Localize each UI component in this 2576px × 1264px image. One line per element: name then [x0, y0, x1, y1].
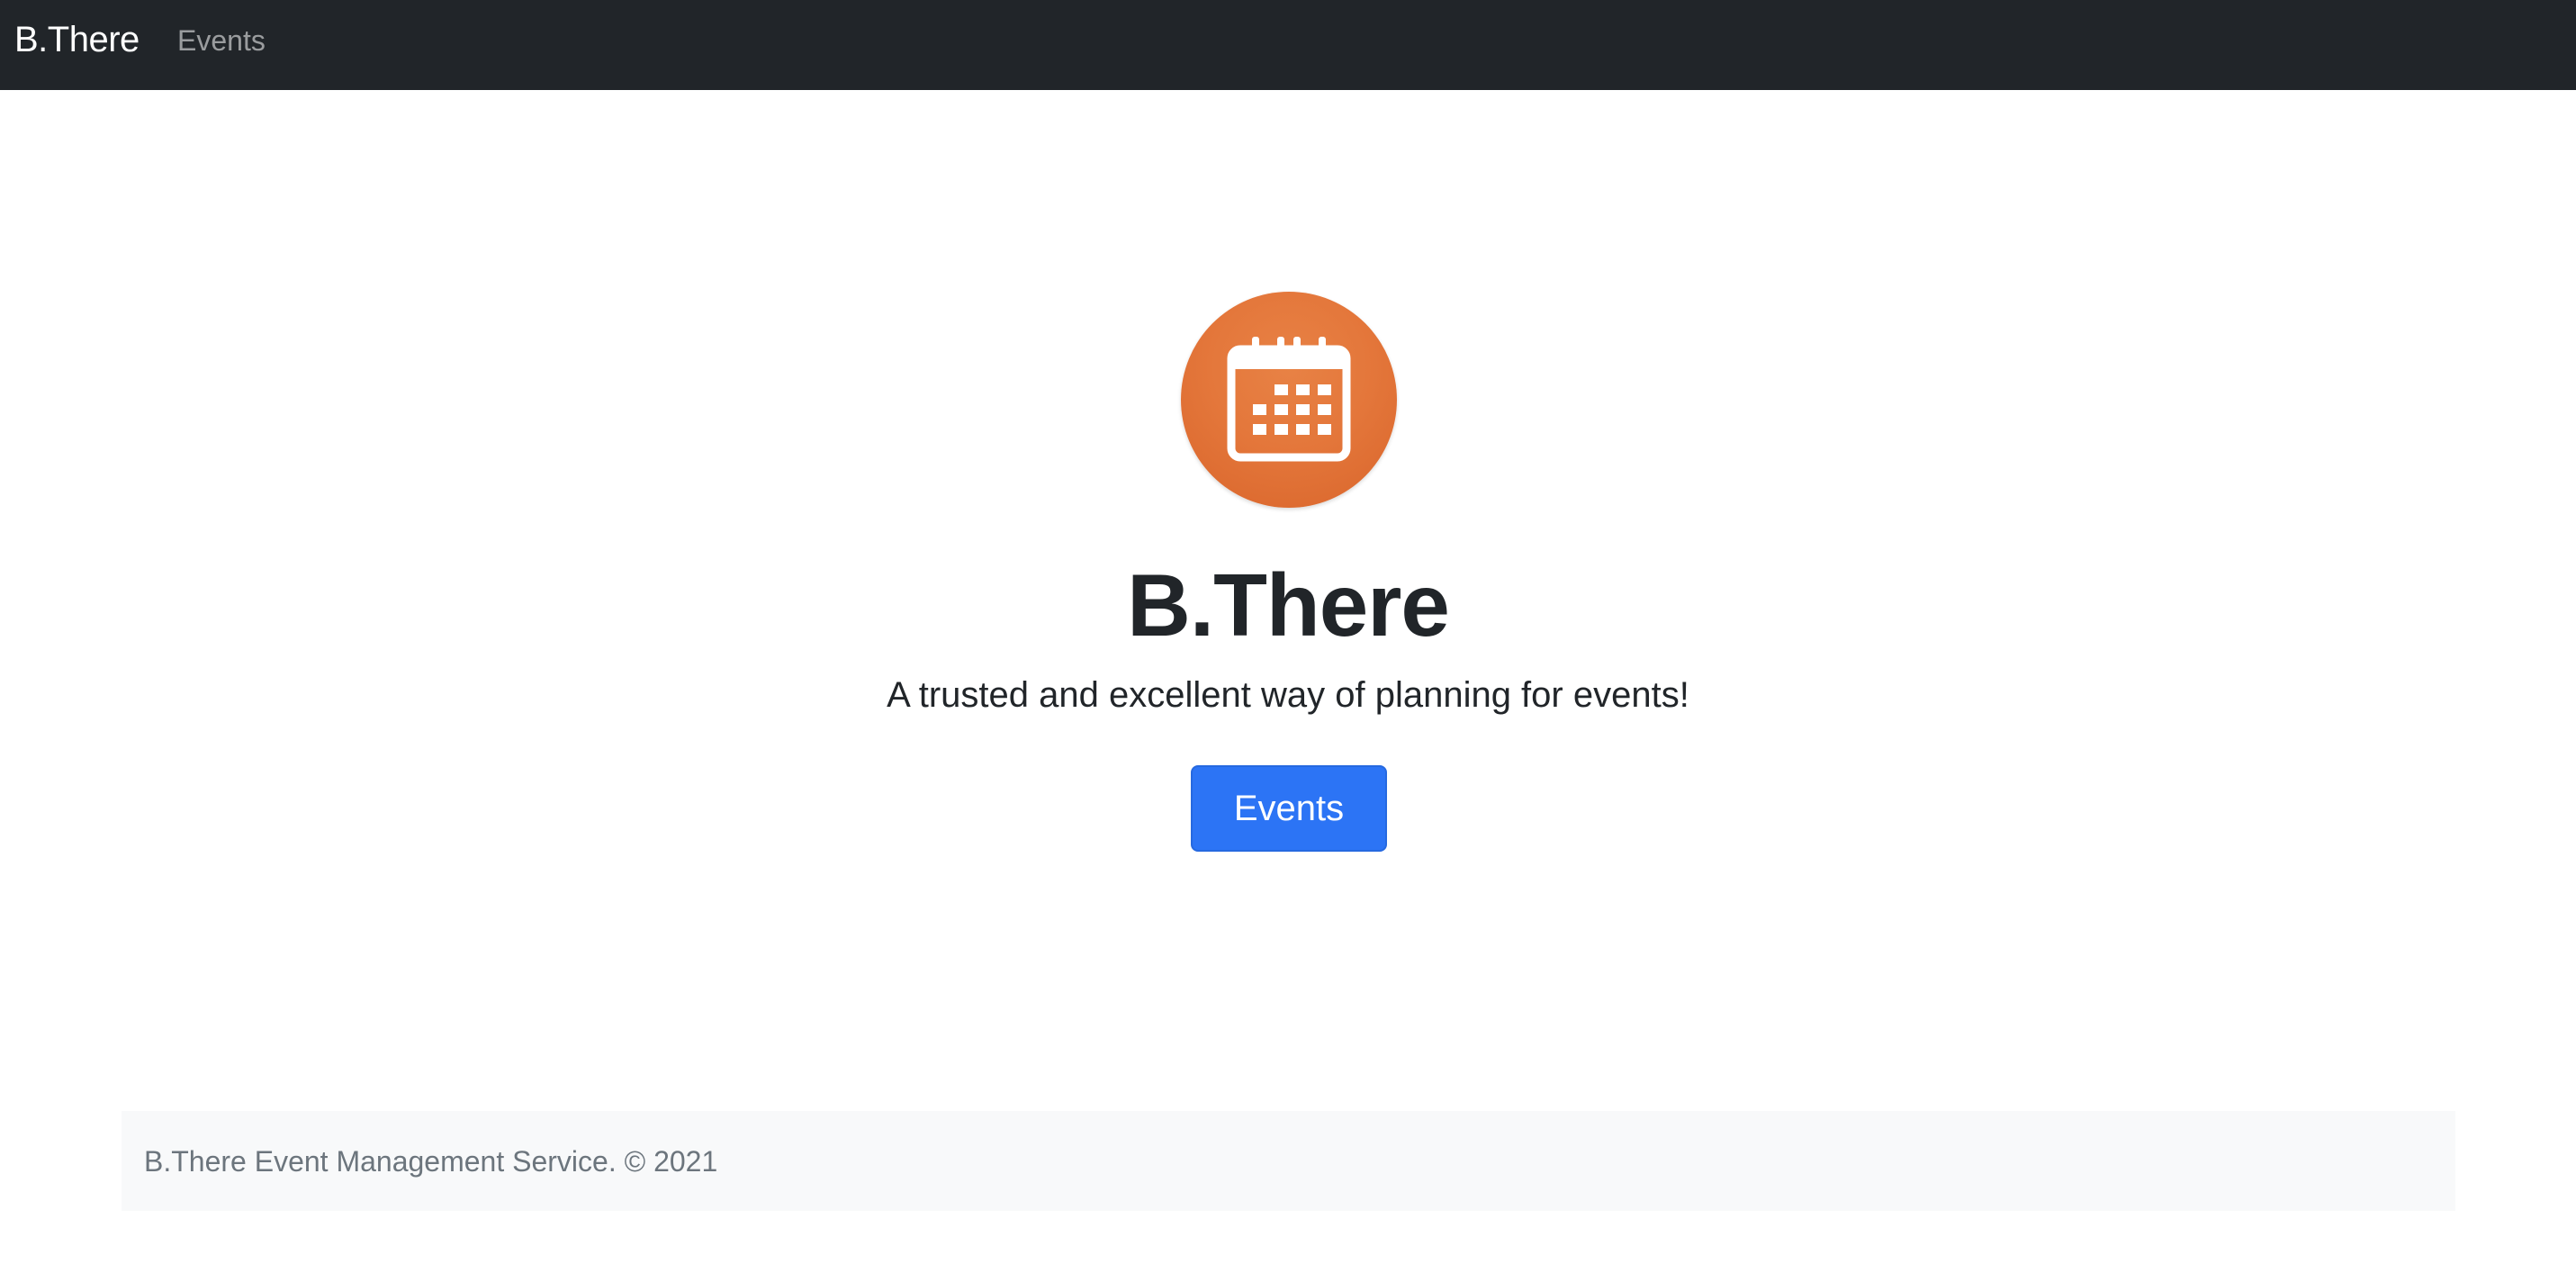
events-button[interactable]: Events [1191, 765, 1387, 852]
footer-copyright: B.There Event Management Service. © 2021 [144, 1145, 718, 1178]
nav-link-events[interactable]: Events [177, 23, 266, 59]
hero-tagline: A trusted and excellent way of planning … [887, 675, 1689, 715]
calendar-icon [1181, 292, 1397, 508]
page-footer: B.There Event Management Service. © 2021 [122, 1111, 2455, 1211]
hero-title: B.There [1127, 555, 1450, 655]
navbar-brand-link[interactable]: B.There [14, 16, 140, 63]
top-navbar: B.There Events [0, 0, 2576, 90]
